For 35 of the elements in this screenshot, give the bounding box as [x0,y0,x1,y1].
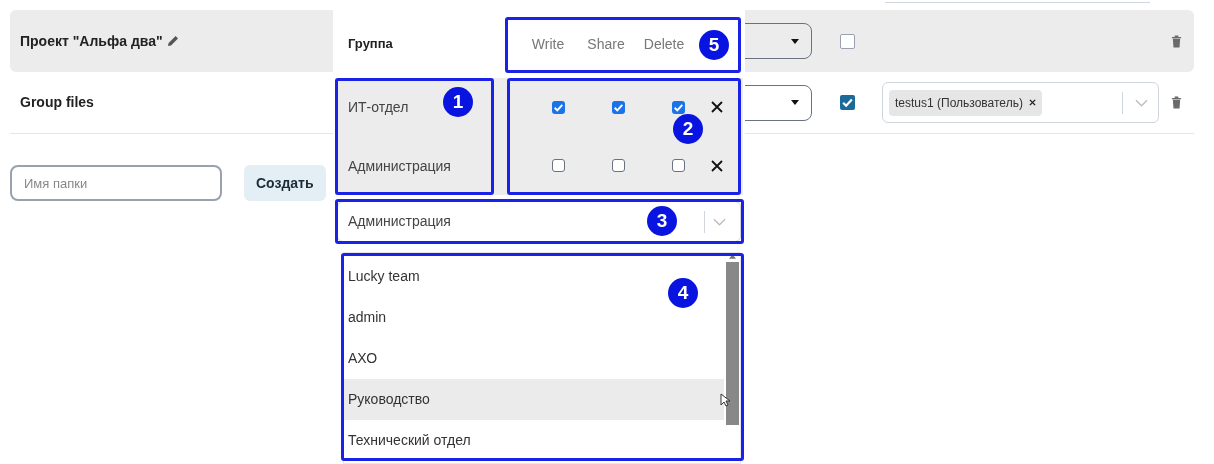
create-button[interactable]: Создать [244,165,326,201]
cursor-icon [720,393,730,407]
checkbox[interactable] [551,100,565,114]
folder-title: Проект "Альфа два" [20,31,163,51]
remove-icon[interactable] [1028,99,1036,106]
trash-icon[interactable] [1171,96,1182,109]
column-header: Группа [348,35,394,54]
checkbox[interactable] [611,159,625,173]
dropdown-option[interactable]: Lucky team [348,266,420,287]
pencil-icon[interactable] [165,34,180,48]
caret-icon[interactable] [791,100,799,105]
caret-icon[interactable] [791,38,799,44]
trash-icon[interactable] [1171,34,1182,48]
dropdown-option[interactable]: АХО [348,348,378,369]
checkbox[interactable] [671,100,685,114]
close-icon[interactable] [711,101,723,114]
group-name: Администрация [348,157,451,174]
column-header: Delete [643,34,685,54]
folder-name-field[interactable]: Имя папки [10,165,222,201]
column-header: Write [531,34,565,54]
checkbox[interactable] [611,100,625,114]
dropdown-option[interactable]: admin [348,307,387,328]
close-icon[interactable] [711,159,723,172]
dropdown-option[interactable]: Технический отдел [348,430,471,451]
checkbox[interactable] [671,159,685,173]
user-select-field[interactable]: testus1 (Пользователь) [882,82,1159,123]
checkbox[interactable] [551,159,565,173]
checkbox[interactable] [839,95,855,110]
scroll-up-icon[interactable] [728,254,736,259]
group-name: ИТ-отдел [348,99,409,116]
folder-title: Group files [20,93,94,112]
column-header: Share [587,34,625,54]
user-tag-label: testus1 (Пользователь) [895,94,1023,112]
dropdown-option[interactable]: Руководство [348,389,430,410]
checkbox[interactable] [839,33,855,49]
